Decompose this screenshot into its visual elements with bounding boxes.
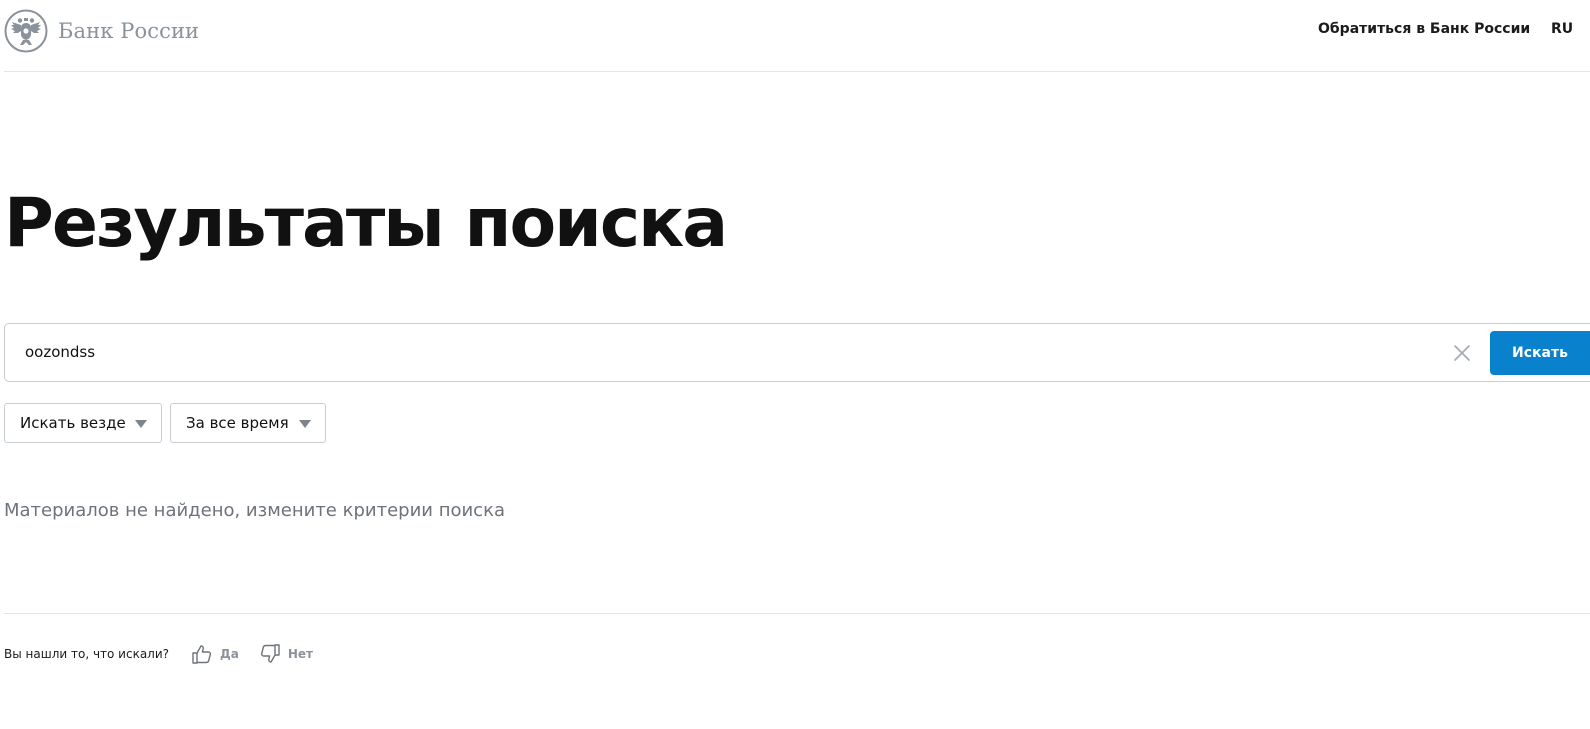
language-switch[interactable]: RU [1551,21,1573,37]
feedback-yes-label: Да [220,647,239,661]
page-title: Результаты поиска [4,184,728,263]
feedback-divider [4,613,1590,614]
search-button[interactable]: Искать [1490,331,1590,375]
scope-select-value: Искать везде [20,414,126,432]
bank-logo[interactable]: Банк России [4,9,199,53]
search-box [4,323,1590,382]
feedback-question: Вы нашли то, что искали? [4,647,170,661]
feedback-no-button[interactable]: Нет [259,643,313,665]
period-select[interactable]: За все время [170,403,326,443]
contact-bank-link[interactable]: Обратиться в Банк России [1318,21,1530,37]
period-select-value: За все время [186,414,289,432]
thumbs-up-icon [192,645,212,664]
feedback-no-label: Нет [287,647,313,661]
caret-down-icon [299,420,311,428]
thumbs-down-icon [260,644,280,663]
site-header: Банк России Обратиться в Банк России RU [0,0,1590,72]
header-divider [4,71,1590,72]
scope-select[interactable]: Искать везде [4,403,162,443]
close-icon[interactable] [1453,344,1471,362]
caret-down-icon [135,420,147,428]
logo-text: Банк России [58,19,200,43]
search-input[interactable] [25,332,1425,372]
feedback-yes-button[interactable]: Да [191,643,239,665]
eagle-emblem-icon [4,9,48,53]
no-results-message: Материалов не найдено, измените критерии… [4,500,505,521]
feedback-bar: Вы нашли то, что искали? Да Нет [4,640,333,668]
